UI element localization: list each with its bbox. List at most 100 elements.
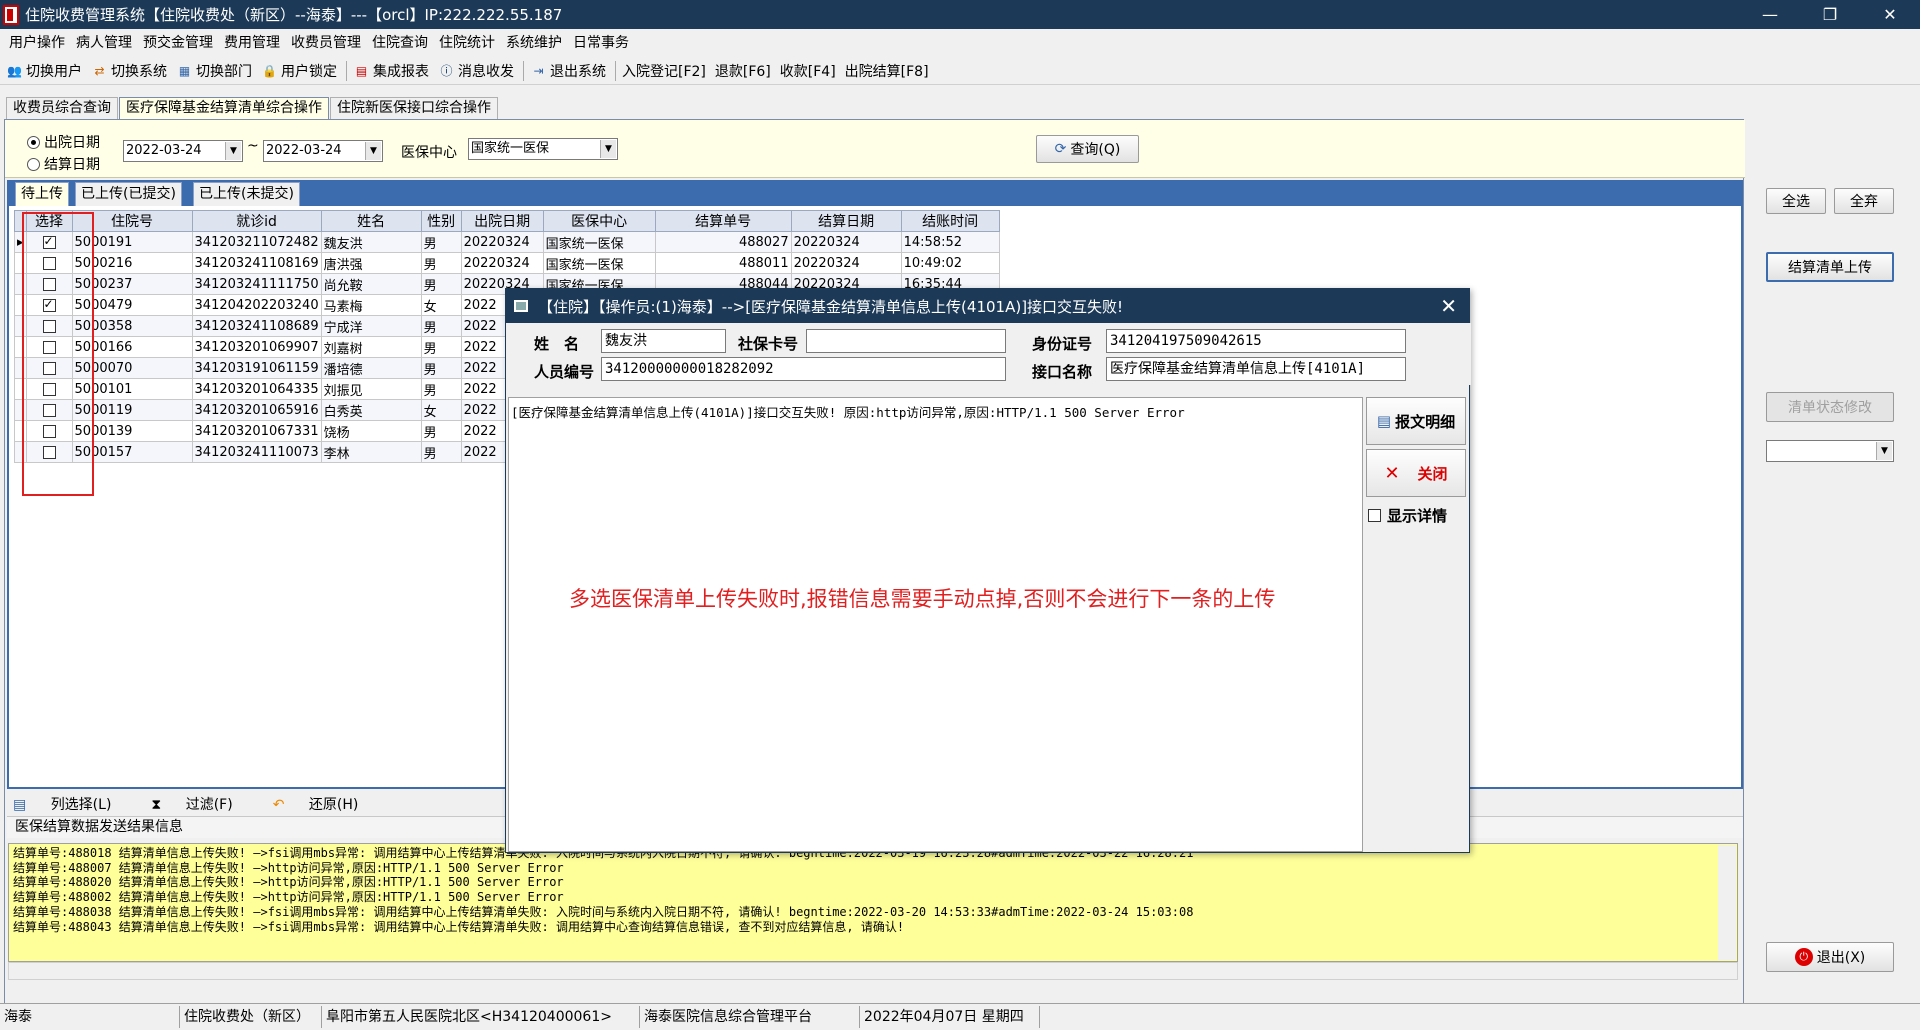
user-lock-button[interactable]: 🔒 用户锁定: [261, 61, 337, 81]
menu-query[interactable]: 住院查询: [372, 32, 428, 52]
name-cell: 潘培德: [320, 357, 422, 379]
upload-settlement-button[interactable]: 结算清单上传: [1766, 252, 1894, 282]
error-message-box[interactable]: [医疗保障基金结算清单信息上传(4101A)]接口交互失败! 原因:http访问…: [508, 397, 1363, 852]
person-field[interactable]: 34120000000018282092: [601, 357, 1006, 381]
name-field[interactable]: 魏友洪: [601, 329, 726, 353]
window-title: 住院收费管理系统【住院收费处（新区）--海泰】---【orcl】IP:222.2…: [25, 6, 563, 24]
tab-new-insurance[interactable]: 住院新医保接口综合操作: [330, 97, 498, 119]
sex-cell: 男: [420, 357, 462, 379]
exit-system-button[interactable]: ⇥ 退出系统: [530, 61, 606, 81]
info-icon: ⓘ: [440, 64, 453, 78]
app-icon: [3, 4, 19, 25]
tab-cashier-query[interactable]: 收费员综合查询: [6, 97, 118, 119]
discard-all-button[interactable]: 全弃: [1834, 188, 1894, 214]
date-from-picker[interactable]: 2022-03-24 ▼: [123, 140, 243, 162]
name-cell: 饶杨: [320, 420, 422, 442]
minimize-icon[interactable]: —: [1740, 0, 1800, 29]
menu-stats[interactable]: 住院统计: [439, 32, 495, 52]
col-name[interactable]: 姓名: [320, 210, 422, 232]
col-bill-no[interactable]: 结算单号: [654, 210, 792, 232]
tab-pending[interactable]: 待上传: [15, 182, 69, 206]
filter-button[interactable]: ⧗ 过滤(F): [151, 794, 252, 814]
switch-system-button[interactable]: ⇄ 切换系统: [91, 61, 167, 81]
center-select[interactable]: 国家统一医保 ▼: [468, 138, 618, 160]
menu-cashier[interactable]: 收费员管理: [291, 32, 361, 52]
discharge-settle-button[interactable]: 出院结算[F8]: [845, 61, 929, 81]
col-visit-id[interactable]: 就诊id: [191, 210, 322, 232]
checkbox: [1368, 509, 1381, 522]
table-header: 选择 住院号 就诊id 姓名 性别 出院日期 医保中心 结算单号 结算日期 结账…: [14, 210, 1000, 232]
tab-uploaded-submitted[interactable]: 已上传(已提交): [75, 182, 182, 206]
tab-uploaded-unsubmitted[interactable]: 已上传(未提交): [193, 182, 300, 206]
col-settle-date[interactable]: 结算日期: [790, 210, 902, 232]
menu-deposit[interactable]: 预交金管理: [143, 32, 213, 52]
name-cell: 白秀英: [320, 399, 422, 421]
radio-dot: [27, 157, 40, 171]
visit-id-cell: 341203241108169: [191, 252, 322, 274]
close-icon[interactable]: ✕: [1860, 0, 1920, 29]
card-label: 社保卡号: [738, 335, 799, 353]
center-cell: 国家统一医保: [542, 252, 656, 274]
message-button[interactable]: ⓘ 消息收发: [438, 61, 514, 81]
sex-cell: 男: [420, 273, 462, 295]
query-button[interactable]: ⟳ 查询(Q): [1036, 135, 1139, 163]
menu-maintenance[interactable]: 系统维护: [506, 32, 562, 52]
discharge-date-cell: 20220324: [460, 231, 544, 253]
name-cell: 尚允鞍: [320, 273, 422, 295]
date-range-tilde: ~: [247, 138, 259, 154]
hourglass-icon: ⧗: [151, 797, 166, 813]
columns-icon: ▤: [13, 797, 31, 813]
log-horizontal-scrollbar[interactable]: [8, 962, 1738, 980]
undo-icon: ↶: [272, 797, 289, 813]
sex-cell: 男: [420, 378, 462, 400]
visit-id-cell: 341203201064335: [191, 378, 322, 400]
card-field[interactable]: [806, 329, 1006, 353]
visit-id-cell: 341204202203240: [191, 294, 322, 316]
table-row[interactable]: 5000216 341203241108169 唐洪强男 20220324 国家统一医保…: [14, 252, 1000, 274]
menu-patient[interactable]: 病人管理: [76, 32, 132, 52]
sex-cell: 男: [420, 231, 462, 253]
table-row[interactable]: ▸5000191341203211072482魏友洪男20220324国家统一医…: [14, 231, 1000, 253]
col-settle-time[interactable]: 结账时间: [900, 210, 1000, 232]
detail-button[interactable]: ▤ 报文明细: [1366, 397, 1466, 445]
menu-fee[interactable]: 费用管理: [224, 32, 280, 52]
log-output[interactable]: 结算单号:488018 结算清单信息上传失败! —>fsi调用mbs异常: 调用…: [8, 843, 1738, 962]
id-field[interactable]: 341204197509042615: [1106, 329, 1406, 353]
refund-button[interactable]: 退款[F6]: [715, 61, 771, 81]
col-discharge-date[interactable]: 出院日期: [460, 210, 544, 232]
report-button[interactable]: ▤ 集成报表: [353, 61, 429, 81]
col-center[interactable]: 医保中心: [542, 210, 656, 232]
collect-button[interactable]: 收款[F4]: [780, 61, 836, 81]
menu-daily[interactable]: 日常事务: [573, 32, 629, 52]
exit-button[interactable]: ⏻ 退出(X): [1766, 942, 1894, 972]
name-cell: 宁成洋: [320, 315, 422, 337]
bill-no-cell: 488011: [654, 252, 792, 274]
close-button[interactable]: ✕ 关闭: [1366, 449, 1466, 497]
switch-department-button[interactable]: ▦ 切换部门: [176, 61, 252, 81]
log-vertical-scrollbar[interactable]: [1718, 845, 1736, 960]
restore-icon[interactable]: ❐: [1800, 0, 1860, 29]
col-sex[interactable]: 性别: [420, 210, 462, 232]
date-to-picker[interactable]: 2022-03-24 ▼: [263, 140, 383, 162]
radio-discharge-date[interactable]: 出院日期: [27, 132, 100, 152]
column-select-button[interactable]: ▤ 列选择(L): [13, 794, 131, 814]
radio-settle-date[interactable]: 结算日期: [27, 154, 100, 174]
status-edit-button[interactable]: 清单状态修改: [1766, 392, 1894, 422]
close-icon[interactable]: ✕: [1440, 294, 1457, 318]
api-field[interactable]: 医疗保障基金结算清单信息上传[4101A]: [1106, 357, 1406, 381]
admission-button[interactable]: 入院登记[F2]: [622, 61, 706, 81]
window-icon: [514, 300, 528, 312]
select-all-button[interactable]: 全选: [1766, 188, 1826, 214]
status-select[interactable]: ▼: [1766, 440, 1894, 462]
sex-cell: 男: [420, 252, 462, 274]
restore-button[interactable]: ↶ 还原(H): [273, 794, 379, 814]
settle-time-cell: 10:49:02: [900, 252, 1000, 274]
switch-user-button[interactable]: 👥 切换用户: [6, 61, 82, 81]
menu-user-ops[interactable]: 用户操作: [9, 32, 65, 52]
log-line: 结算单号:488043 结算清单信息上传失败! —>fsi调用mbs异常: 调用…: [13, 919, 905, 934]
log-line: 结算单号:488007 结算清单信息上传失败! —>http访问异常,原因:HT…: [13, 860, 564, 875]
power-icon: ⏻: [1794, 948, 1813, 966]
show-detail-checkbox[interactable]: 显示详情: [1368, 505, 1447, 526]
tab-settlement-list[interactable]: 医疗保障基金结算清单综合操作: [119, 97, 329, 119]
name-cell: 唐洪强: [320, 252, 422, 274]
